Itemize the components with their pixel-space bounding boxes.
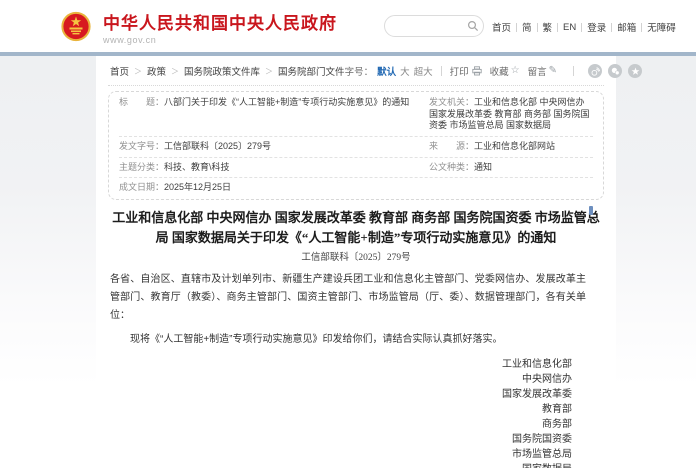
print-button[interactable]: 打印	[450, 64, 482, 78]
nav-traditional[interactable]: 繁	[543, 20, 553, 34]
font-size-xlarge[interactable]: 超大	[414, 64, 433, 78]
site-logo-link[interactable]: 中华人民共和国中央人民政府 www.gov.cn	[58, 9, 337, 50]
page-tools: 字号： 默认 大 超大 打印 收藏 ☆ 留	[345, 64, 642, 78]
wechat-share-icon[interactable]	[608, 64, 622, 78]
meta-value-title: 八部门关于印发《“人工智能+制造”专项行动实施意见》的通知	[164, 97, 409, 107]
signature: 商务部	[110, 417, 572, 432]
signature: 教育部	[110, 402, 572, 417]
nav-home[interactable]: 首页	[492, 20, 511, 34]
search-box	[384, 15, 484, 37]
site-url: www.gov.cn	[103, 35, 337, 45]
comment-button[interactable]: 留言 ✎	[528, 64, 557, 78]
meta-label-doc-type: 公文种类：	[429, 162, 474, 172]
nav-mail[interactable]: 邮箱	[617, 20, 636, 34]
meta-value-doc-type: 通知	[474, 162, 492, 172]
nav-english[interactable]: EN	[563, 22, 576, 33]
national-emblem-icon	[58, 9, 94, 50]
breadcrumb-policy[interactable]: 政策	[147, 64, 166, 78]
side-widget-marker[interactable]	[589, 206, 593, 215]
site-title: 中华人民共和国中央人民政府	[103, 14, 337, 33]
breadcrumb-toolbar-row: 首页 ＞ 政策 ＞ 国务院政策文件库 ＞ 国务院部门文件 字号： 默认 大 超大…	[108, 56, 604, 86]
weibo-share-icon[interactable]	[588, 64, 602, 78]
breadcrumb-policy-library[interactable]: 国务院政策文件库	[184, 64, 260, 78]
signature: 中央网信办	[110, 372, 572, 387]
page: 中华人民共和国中央人民政府 www.gov.cn 首页 简 繁 EN 登录	[0, 0, 696, 468]
document-title: 工业和信息化部 中央网信办 国家发展改革委 教育部 商务部 国务院国资委 市场监…	[112, 208, 600, 248]
signature: 工业和信息化部	[110, 357, 572, 372]
meta-value-source: 工业和信息化部网站	[474, 141, 555, 151]
meta-value-date: 2025年12月25日	[164, 182, 231, 192]
signature: 市场监管总局	[110, 447, 572, 462]
favorite-button[interactable]: 收藏 ☆	[490, 64, 520, 78]
pencil-icon: ✎	[549, 66, 557, 76]
nav-login[interactable]: 登录	[587, 20, 606, 34]
signature: 国务院国资委	[110, 432, 572, 447]
signature: 国家数据局	[110, 462, 572, 468]
font-size-default[interactable]: 默认	[377, 64, 396, 78]
more-share-icon[interactable]	[628, 64, 642, 78]
header-divider	[0, 52, 696, 56]
signature: 国家发展改革委	[110, 387, 572, 402]
meta-label-date: 成文日期：	[119, 182, 164, 192]
meta-row-number: 发文字号：工信部联科〔2025〕279号 来 源：工业和信息化部网站	[119, 136, 593, 157]
meta-value-doc-number: 工信部联科〔2025〕279号	[164, 141, 271, 151]
font-size-large[interactable]: 大	[400, 64, 410, 78]
signature-block: 工业和信息化部 中央网信办 国家发展改革委 教育部 商务部 国务院国资委 市场监…	[110, 357, 586, 468]
meta-row-date: 成文日期：2025年12月25日	[119, 177, 593, 198]
meta-label-issuer: 发文机关：	[429, 97, 474, 107]
meta-row-category: 主题分类：科技、教育\科技 公文种类：通知	[119, 157, 593, 178]
document-meta-table: 标 题：八部门关于印发《“人工智能+制造”专项行动实施意见》的通知 发文机关： 工…	[108, 91, 604, 200]
meta-label-category: 主题分类：	[119, 162, 164, 172]
breadcrumb-sep: ＞	[134, 66, 142, 77]
breadcrumb-sep: ＞	[171, 66, 179, 77]
search-input[interactable]	[385, 21, 463, 31]
document-body: 各省、自治区、直辖市及计划单列市、新疆生产建设兵团工业和信息化主管部门、党委网信…	[96, 271, 616, 468]
breadcrumb-sep: ＞	[265, 66, 273, 77]
meta-label-title: 标 题：	[119, 97, 164, 107]
font-size-label: 字号：	[345, 64, 374, 78]
content-card: 首页 ＞ 政策 ＞ 国务院政策文件库 ＞ 国务院部门文件 字号： 默认 大 超大…	[96, 56, 616, 468]
site-header: 中华人民共和国中央人民政府 www.gov.cn 首页 简 繁 EN 登录	[0, 0, 696, 52]
breadcrumb-dept-docs[interactable]: 国务院部门文件	[278, 64, 345, 78]
meta-label-doc-number: 发文字号：	[119, 141, 164, 151]
nav-accessibility[interactable]: 无障碍	[647, 20, 676, 34]
meta-value-category: 科技、教育\科技	[164, 162, 230, 172]
top-nav: 首页 简 繁 EN 登录 邮箱 无障碍	[492, 20, 676, 34]
paragraph: 各省、自治区、直辖市及计划单列市、新疆生产建设兵团工业和信息化主管部门、党委网信…	[110, 271, 586, 325]
star-icon: ☆	[511, 66, 520, 76]
printer-icon	[472, 66, 482, 76]
share-buttons	[582, 64, 642, 78]
meta-label-source: 来 源：	[429, 141, 474, 151]
nav-simplified[interactable]: 简	[522, 20, 532, 34]
breadcrumb: 首页 ＞ 政策 ＞ 国务院政策文件库 ＞ 国务院部门文件	[110, 64, 345, 78]
search-icon[interactable]	[463, 16, 483, 36]
paragraph: 现将《“人工智能+制造”专项行动实施意见》印发给你们，请结合实际认真抓好落实。	[110, 331, 586, 349]
document-number: 工信部联科〔2025〕279号	[96, 249, 616, 263]
breadcrumb-home[interactable]: 首页	[110, 64, 129, 78]
meta-row-title: 标 题：八部门关于印发《“人工智能+制造”专项行动实施意见》的通知 发文机关：工…	[119, 93, 593, 136]
